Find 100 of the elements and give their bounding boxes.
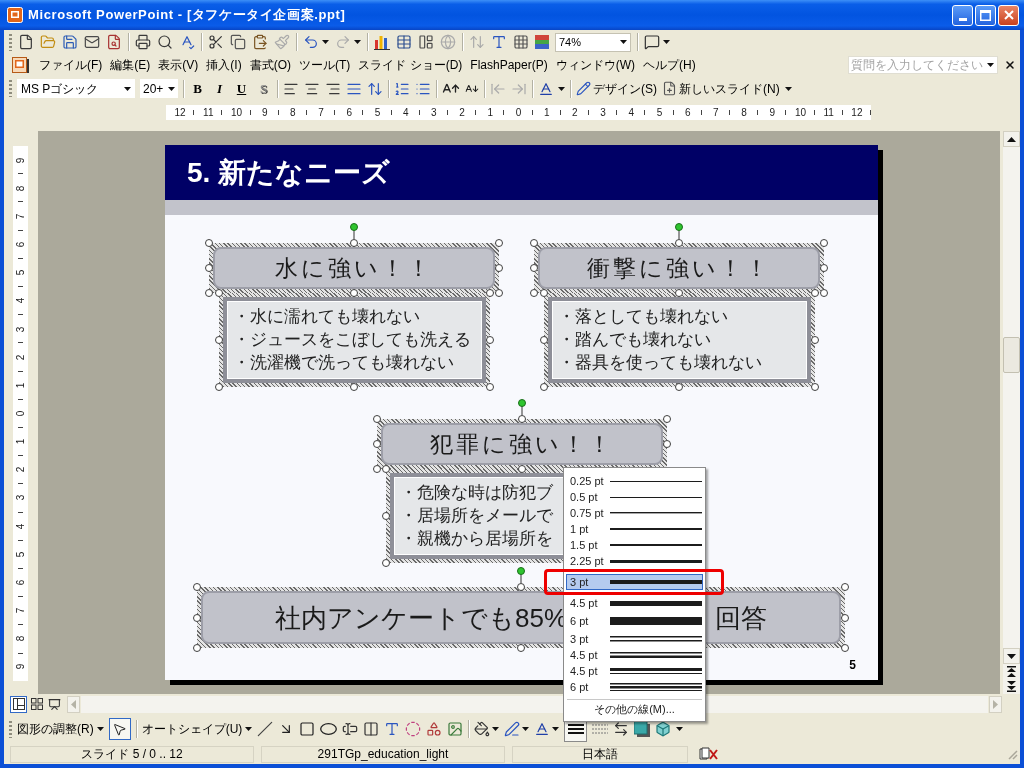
menu-item[interactable]: 4.5 pt <box>566 647 703 663</box>
text-cursor-icon[interactable] <box>342 721 359 737</box>
menu-item[interactable]: 挿入(I) <box>202 57 246 73</box>
menu-item[interactable]: FlashPaper(P) <box>466 57 552 73</box>
caret-icon[interactable] <box>492 727 500 731</box>
menu-item[interactable]: 書式(O) <box>245 57 295 73</box>
caret-icon[interactable] <box>620 40 627 44</box>
close-button[interactable] <box>998 4 1019 26</box>
rectangle-icon[interactable] <box>299 721 316 737</box>
grid-icon[interactable] <box>513 34 529 50</box>
next-slide-button[interactable] <box>1003 679 1020 694</box>
oval-icon[interactable] <box>320 723 338 735</box>
minimize-button[interactable] <box>952 4 973 26</box>
resize-handle-icon[interactable] <box>372 415 381 423</box>
rotation-handle-icon[interactable] <box>675 223 683 239</box>
toolbar-grip-icon[interactable] <box>9 720 12 738</box>
menu-item[interactable]: 6 pt <box>566 679 703 695</box>
resize-handle-icon[interactable] <box>372 440 381 448</box>
columns-icon[interactable] <box>363 721 380 737</box>
menu-item[interactable]: 4.5 pt <box>566 595 703 611</box>
menu-item[interactable]: 3 pt <box>566 631 703 647</box>
draw-menu-button[interactable]: 図形の調整(R) <box>17 720 104 738</box>
maximize-button[interactable] <box>975 4 996 26</box>
font-size-combo[interactable]: 20+ <box>140 79 178 98</box>
resize-handle-icon[interactable] <box>841 644 849 652</box>
menu-item[interactable]: その他の線(M)... <box>566 700 703 718</box>
resize-handle-icon[interactable] <box>214 336 223 344</box>
zoom-combo[interactable]: 74% <box>555 32 631 52</box>
color-swatch-icon[interactable] <box>535 35 549 49</box>
caret-icon[interactable] <box>552 727 560 731</box>
speech-bubble-icon[interactable] <box>644 34 660 50</box>
resize-handle-icon[interactable] <box>517 415 526 423</box>
underline-button[interactable]: U <box>233 79 250 98</box>
caret-icon[interactable] <box>663 40 670 44</box>
letter-t-icon[interactable] <box>384 721 401 737</box>
resize-handle-icon[interactable] <box>205 239 213 247</box>
resize-handle-icon[interactable] <box>810 336 819 344</box>
resize-handle-icon[interactable] <box>539 336 548 344</box>
numbered-list-icon[interactable] <box>394 80 410 97</box>
menu-item[interactable]: 6 pt <box>566 611 703 631</box>
resize-handle-icon[interactable] <box>193 583 201 591</box>
letter-t-icon[interactable] <box>491 34 507 50</box>
undo-icon[interactable] <box>303 34 319 50</box>
menu-item[interactable]: 表示(V) <box>154 57 203 73</box>
document-search-icon[interactable] <box>106 34 122 50</box>
font-color-icon[interactable] <box>538 80 554 97</box>
three-d-box-icon[interactable] <box>655 721 672 737</box>
caret-icon[interactable] <box>354 40 361 44</box>
layout-icon[interactable] <box>418 34 434 50</box>
dashed-circle-icon[interactable] <box>405 721 422 737</box>
rotation-handle-icon[interactable] <box>517 567 525 583</box>
toolbar-grip-icon[interactable] <box>9 33 12 51</box>
rotation-handle-icon[interactable] <box>517 399 526 415</box>
resize-grip-icon[interactable] <box>1006 748 1018 760</box>
resize-handle-icon[interactable] <box>810 383 819 391</box>
slide-sorter-button[interactable] <box>28 695 45 713</box>
caret-icon[interactable] <box>558 86 565 91</box>
new-file-icon[interactable] <box>18 34 34 50</box>
shapes-icon[interactable] <box>426 721 443 737</box>
pen-icon[interactable] <box>504 721 521 737</box>
resize-handle-icon[interactable] <box>841 583 849 591</box>
resize-handle-icon[interactable] <box>517 644 525 652</box>
app-logo-icon[interactable] <box>7 7 23 23</box>
copy-icon[interactable] <box>230 34 246 50</box>
scrollbar-thumb[interactable] <box>1003 337 1020 373</box>
spelling-status-icon[interactable] <box>699 747 719 761</box>
resize-handle-icon[interactable] <box>350 383 358 391</box>
bold-button[interactable]: B <box>189 79 206 98</box>
rotation-handle-icon[interactable] <box>350 223 358 239</box>
resize-handle-icon[interactable] <box>841 613 849 622</box>
menu-item[interactable]: ツール(T) <box>295 57 355 73</box>
toolbar-grip-icon[interactable] <box>9 80 12 97</box>
italic-button[interactable]: I <box>211 79 228 98</box>
resize-handle-icon[interactable] <box>675 383 683 391</box>
mail-icon[interactable] <box>84 34 100 50</box>
resize-handle-icon[interactable] <box>820 264 828 272</box>
caret-icon[interactable] <box>168 86 175 91</box>
resize-handle-icon[interactable] <box>485 336 494 344</box>
resize-handle-icon[interactable] <box>662 415 671 423</box>
previous-slide-button[interactable] <box>1003 664 1020 679</box>
menu-item[interactable]: 編集(E) <box>106 57 155 73</box>
caret-icon[interactable] <box>784 86 792 91</box>
resize-handle-icon[interactable] <box>205 264 213 272</box>
line-icon[interactable] <box>257 721 274 737</box>
font-color-icon[interactable] <box>534 721 551 737</box>
resize-handle-icon[interactable] <box>485 383 494 391</box>
menu-item[interactable]: スライド ショー(D) <box>354 57 467 73</box>
save-icon[interactable] <box>62 34 78 50</box>
menu-item[interactable]: ヘルプ(H) <box>639 57 700 73</box>
resize-handle-icon[interactable] <box>820 239 828 247</box>
scroll-down-button[interactable] <box>1003 648 1020 664</box>
paste-icon[interactable] <box>252 34 268 50</box>
spelling-check-icon[interactable] <box>179 34 195 50</box>
resize-handle-icon[interactable] <box>382 512 390 520</box>
help-search-field[interactable]: 質問を入力してください <box>848 56 998 74</box>
resize-handle-icon[interactable] <box>193 644 201 652</box>
resize-handle-icon[interactable] <box>193 613 201 622</box>
table-icon[interactable] <box>396 34 412 50</box>
chart-icon[interactable] <box>374 34 390 50</box>
cut-icon[interactable] <box>208 34 224 50</box>
